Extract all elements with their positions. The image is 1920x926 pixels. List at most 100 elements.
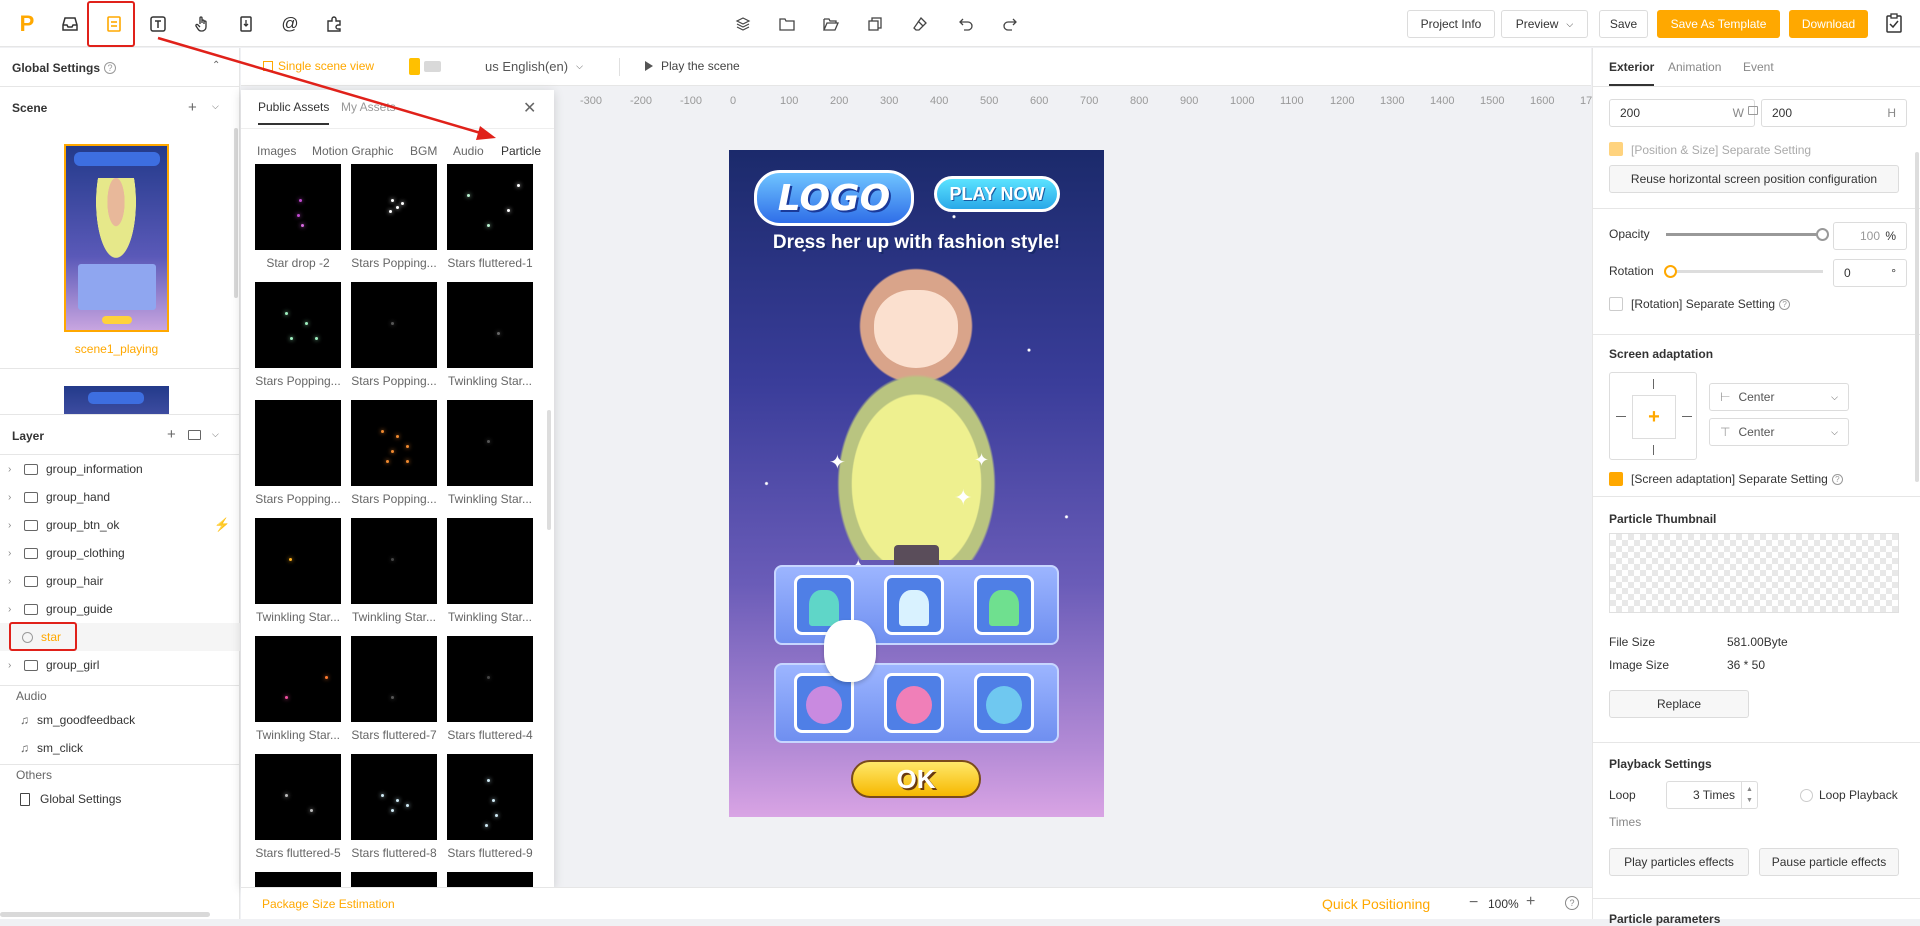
particle-asset-thumb[interactable] [447, 518, 533, 604]
chevron-right-icon[interactable]: › [8, 492, 18, 503]
collapse-icon[interactable]: ⌃ [212, 60, 220, 71]
layer-item-group-hand[interactable]: › group_hand [0, 483, 240, 511]
chevron-down-icon[interactable]: ⌵ [212, 429, 219, 440]
vertical-align-select[interactable]: ⊤ Center ⌵ [1709, 418, 1849, 446]
scene-thumbnail[interactable] [64, 144, 169, 332]
audio-item-click[interactable]: ♫ sm_click [0, 734, 240, 762]
stepper-icon[interactable]: ▲ ▼ [1741, 782, 1757, 808]
clipboard-check-icon[interactable] [1884, 13, 1904, 33]
particle-asset-thumb[interactable] [255, 636, 341, 722]
audio-item-goodfeedback[interactable]: ♫ sm_goodfeedback [0, 706, 240, 734]
tab-event[interactable]: Event [1743, 60, 1774, 74]
asset-scrollbar[interactable] [547, 410, 551, 530]
loop-count-input[interactable]: 3 Times ▲ ▼ [1666, 781, 1758, 809]
anchor-bottom[interactable] [1653, 445, 1654, 455]
inbox-icon[interactable] [57, 11, 83, 37]
hair-option-1[interactable] [794, 673, 854, 733]
screen-adapt-checkbox[interactable] [1609, 472, 1623, 486]
clothing-option-3[interactable] [974, 575, 1034, 635]
text-tool-icon[interactable] [145, 11, 171, 37]
help-icon[interactable]: ? [1831, 473, 1843, 485]
page-data-icon[interactable] [233, 11, 259, 37]
rotation-input[interactable]: 0 ° [1833, 259, 1907, 287]
category-audio[interactable]: Audio [453, 144, 484, 158]
opacity-slider-handle[interactable] [1816, 228, 1829, 241]
particle-asset-thumb[interactable] [447, 872, 533, 887]
right-scrollbar[interactable] [1915, 152, 1919, 482]
particle-asset-thumb[interactable] [351, 518, 437, 604]
particle-asset-thumb[interactable] [351, 164, 437, 250]
rotation-slider-track[interactable] [1664, 265, 1823, 278]
rotation-slider-handle[interactable] [1664, 265, 1677, 278]
app-logo-icon[interactable]: P [14, 11, 40, 37]
layer-item-group-information[interactable]: › group_information [0, 455, 240, 483]
particle-asset-thumb[interactable] [351, 872, 437, 887]
particle-asset-thumb[interactable] [255, 872, 341, 887]
tab-my-assets[interactable]: My Assets [341, 100, 396, 114]
chevron-right-icon[interactable]: › [8, 576, 18, 587]
height-input[interactable]: 200 H [1761, 99, 1907, 127]
particle-asset-thumb[interactable] [447, 636, 533, 722]
others-item-global-settings[interactable]: Global Settings [0, 785, 240, 813]
help-icon[interactable]: ? [1565, 896, 1579, 910]
preview-button[interactable]: Preview ⌵ [1501, 10, 1588, 38]
pos-size-checkbox[interactable] [1609, 142, 1623, 156]
layers-icon[interactable] [734, 15, 752, 33]
layer-item-group-girl[interactable]: › group_girl [0, 651, 240, 679]
play-particles-button[interactable]: Play particles effects [1609, 848, 1749, 876]
particle-asset-thumb[interactable] [447, 164, 533, 250]
save-button[interactable]: Save [1599, 10, 1648, 38]
scene-thumbnail-2[interactable] [64, 386, 169, 414]
anchor-widget[interactable]: + [1609, 372, 1697, 460]
folder-icon[interactable] [778, 15, 796, 33]
lock-icon[interactable] [1748, 106, 1758, 115]
scrollbar-thumb[interactable] [234, 128, 238, 298]
layer-item-group-hair[interactable]: › group_hair [0, 567, 240, 595]
hair-option-3[interactable] [974, 673, 1034, 733]
particle-asset-thumb[interactable] [447, 282, 533, 368]
opacity-input[interactable]: 100 % [1833, 222, 1907, 250]
replace-button[interactable]: Replace [1609, 690, 1749, 718]
clothing-option-2[interactable] [884, 575, 944, 635]
help-icon[interactable]: ? [1779, 298, 1791, 310]
particle-asset-thumb[interactable] [447, 400, 533, 486]
orientation-toggle[interactable] [409, 58, 441, 75]
chevron-right-icon[interactable]: › [8, 604, 18, 615]
chevron-right-icon[interactable]: › [8, 464, 18, 475]
tab-public-assets[interactable]: Public Assets [258, 100, 329, 114]
language-select[interactable]: us English(en) ⌵ [485, 59, 583, 74]
particle-asset-thumb[interactable] [351, 636, 437, 722]
landscape-option[interactable] [424, 61, 441, 72]
quick-positioning-button[interactable]: Quick Positioning [1322, 896, 1430, 912]
chevron-right-icon[interactable]: › [8, 520, 18, 531]
chevron-right-icon[interactable]: › [8, 660, 18, 671]
width-input[interactable]: 200 W [1609, 99, 1755, 127]
particle-asset-thumb[interactable] [255, 282, 341, 368]
layer-item-group-guide[interactable]: › group_guide [0, 595, 240, 623]
eraser-icon[interactable] [911, 15, 929, 33]
category-particle[interactable]: Particle [501, 144, 541, 158]
horizontal-scrollbar[interactable] [0, 912, 210, 917]
undo-icon[interactable] [957, 15, 975, 33]
anchor-top[interactable] [1653, 379, 1654, 389]
layer-item-group-clothing[interactable]: › group_clothing [0, 539, 240, 567]
anchor-center[interactable]: + [1632, 395, 1676, 439]
download-button[interactable]: Download [1789, 10, 1868, 38]
hair-option-2[interactable] [884, 673, 944, 733]
particle-asset-thumb[interactable] [255, 400, 341, 486]
horizontal-align-select[interactable]: ⊢ Center ⌵ [1709, 383, 1849, 411]
anchor-right[interactable] [1682, 416, 1692, 417]
hand-gesture-icon[interactable] [189, 11, 215, 37]
zoom-in-icon[interactable]: + [1526, 893, 1535, 911]
game-preview[interactable]: LOGO PLAY NOW Dress her up with fashion … [729, 150, 1104, 817]
pause-particles-button[interactable]: Pause particle effects [1759, 848, 1899, 876]
new-folder-icon[interactable] [188, 430, 201, 440]
particle-asset-thumb[interactable] [447, 754, 533, 840]
particle-asset-thumb[interactable] [255, 518, 341, 604]
category-bgm[interactable]: BGM [410, 144, 437, 158]
help-icon[interactable]: ? [104, 62, 117, 74]
ok-button[interactable]: OK [851, 760, 981, 798]
portrait-option[interactable] [409, 58, 420, 75]
rotation-setting-checkbox[interactable] [1609, 297, 1623, 311]
tab-animation[interactable]: Animation [1668, 60, 1721, 74]
